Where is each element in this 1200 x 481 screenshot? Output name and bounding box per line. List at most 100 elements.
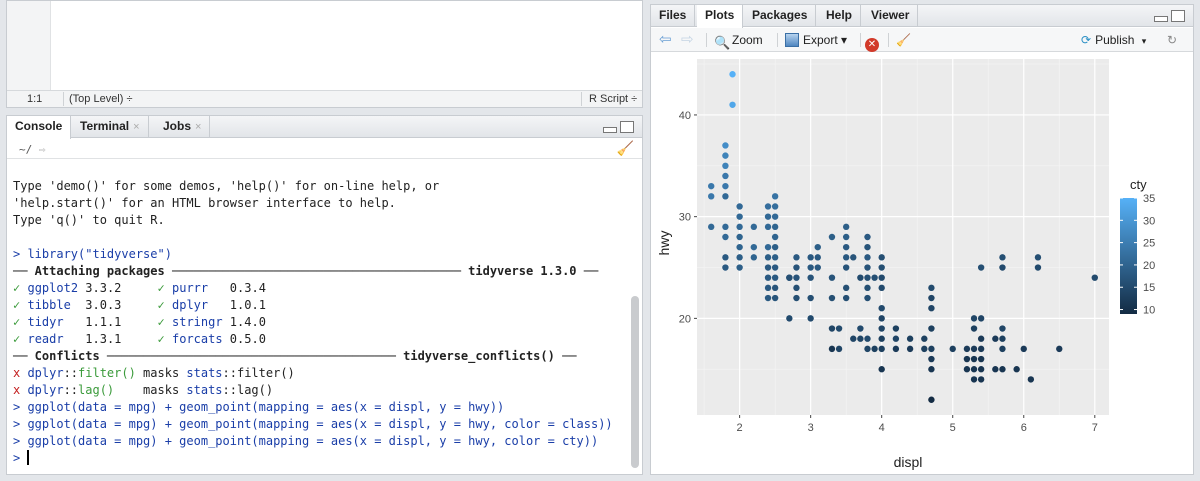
package-version: 3.0.3 (78, 298, 122, 312)
remove-plot-icon[interactable]: ✕ (865, 31, 883, 52)
data-point (1013, 366, 1020, 373)
data-point (977, 366, 985, 373)
data-point (771, 264, 779, 271)
data-point (722, 152, 729, 159)
clear-plots-icon[interactable]: 🧹 (896, 31, 911, 49)
data-point (842, 254, 850, 261)
package-version: 1.3.1 (78, 332, 122, 346)
console-pane[interactable]: Console Terminal × Jobs × ~/ ⇨ 🧹 Type 'dem… (6, 115, 643, 475)
scope-selector[interactable]: (Top Level) ÷ (69, 93, 133, 105)
toolbar-divider (888, 33, 889, 47)
data-point (708, 182, 715, 190)
tab-label: Console (15, 119, 63, 133)
export-button[interactable]: Export ▾ (785, 31, 847, 49)
data-point (835, 345, 843, 353)
conflict-marker: x (13, 366, 28, 380)
y-axis-ticks: 20 30 40 (679, 110, 697, 325)
data-point (878, 254, 885, 261)
data-point (793, 284, 800, 292)
go-to-directory-icon[interactable]: ⇨ (39, 143, 46, 156)
tab-terminal[interactable]: Terminal × (72, 116, 149, 138)
legend-tick-label: 10 (1143, 305, 1155, 317)
tab-jobs[interactable]: Jobs × (155, 116, 211, 138)
data-point (928, 396, 935, 403)
maximize-icon[interactable] (1171, 10, 1185, 22)
tab-help[interactable]: Help (818, 5, 862, 27)
tab-packages[interactable]: Packages (744, 5, 817, 27)
package-name: ggplot2 (27, 281, 79, 295)
data-point (850, 254, 857, 261)
legend-title: cty (1130, 177, 1147, 192)
package-version: 0.5.0 (222, 332, 266, 346)
data-point (771, 233, 779, 241)
package-name: dplyr (172, 298, 223, 312)
legend-tick-label: 20 (1143, 260, 1155, 272)
data-point (750, 254, 758, 261)
tab-console[interactable]: Console (7, 116, 72, 139)
check-icon: ✓ (157, 298, 165, 312)
remove-icon: ✕ (865, 38, 879, 52)
console-scrollbar[interactable] (631, 296, 639, 468)
legend-tick-label: 25 (1143, 238, 1155, 250)
data-point (722, 142, 729, 149)
package-name: purrr (172, 281, 223, 295)
conflict-text: masks (114, 383, 187, 397)
tab-plots[interactable]: Plots (697, 5, 744, 28)
data-point (864, 243, 871, 251)
x-tick-label: 3 (808, 422, 814, 434)
conflict-sep: :: (63, 383, 79, 397)
package-name: tibble (27, 298, 79, 312)
data-point (842, 243, 850, 251)
data-point (807, 315, 814, 322)
x-tick-label: 4 (879, 422, 885, 434)
data-point (999, 335, 1006, 342)
close-icon[interactable]: × (133, 121, 139, 133)
zoom-button[interactable]: 🔍 Zoom (714, 31, 763, 50)
data-point (814, 264, 821, 271)
data-point (764, 264, 772, 271)
data-point (708, 223, 715, 231)
conflict-fn: filter() (236, 366, 295, 380)
data-point (771, 223, 779, 231)
forward-arrow-icon[interactable]: ⇨ (681, 31, 694, 49)
data-point (786, 315, 793, 322)
data-point (1034, 254, 1042, 261)
maximize-icon[interactable] (620, 121, 634, 133)
console-prompt[interactable]: > (13, 450, 625, 467)
data-point (928, 284, 935, 292)
tab-viewer[interactable]: Viewer (863, 5, 919, 27)
package-row: ✓ ggplot2 3.3.2 ✓ purrr 0.3.4 (13, 280, 625, 297)
data-point (878, 305, 885, 312)
refresh-icon[interactable]: ↻ (1167, 31, 1177, 49)
data-point (764, 203, 772, 210)
data-point (814, 254, 821, 261)
data-point (750, 243, 758, 251)
minimize-icon[interactable] (603, 127, 617, 133)
export-icon (785, 33, 799, 47)
viewer-pane[interactable]: Files Plots Packages Help Viewer ⇦ ⇨ 🔍 Zo… (650, 4, 1194, 475)
package-version: 1.1.1 (78, 315, 122, 329)
y-tick-label: 30 (679, 212, 691, 224)
data-point (878, 345, 885, 353)
publish-button[interactable]: ⟳ Publish ▾ (1081, 31, 1146, 49)
data-point (771, 294, 779, 302)
clear-console-icon[interactable]: 🧹 (617, 140, 634, 157)
data-point (750, 223, 758, 231)
tab-files[interactable]: Files (651, 5, 696, 27)
data-point (722, 264, 729, 271)
data-point (921, 345, 928, 353)
back-arrow-icon[interactable]: ⇦ (659, 31, 672, 49)
data-point (892, 325, 900, 332)
close-icon[interactable]: × (195, 121, 201, 133)
file-type-selector[interactable]: R Script ÷ (589, 93, 637, 105)
conflict-sep: :: (222, 366, 237, 380)
package-row: ✓ readr 1.3.1 ✓ forcats 0.5.0 (13, 331, 625, 348)
minimize-icon[interactable] (1154, 16, 1168, 22)
conflict-pkg: stats (186, 366, 223, 380)
data-point (857, 325, 864, 332)
console-output[interactable]: Type 'demo()' for some demos, 'help()' f… (13, 178, 625, 467)
source-editor-pane[interactable]: 1:1 (Top Level) ÷ R Script ÷ (6, 0, 643, 108)
